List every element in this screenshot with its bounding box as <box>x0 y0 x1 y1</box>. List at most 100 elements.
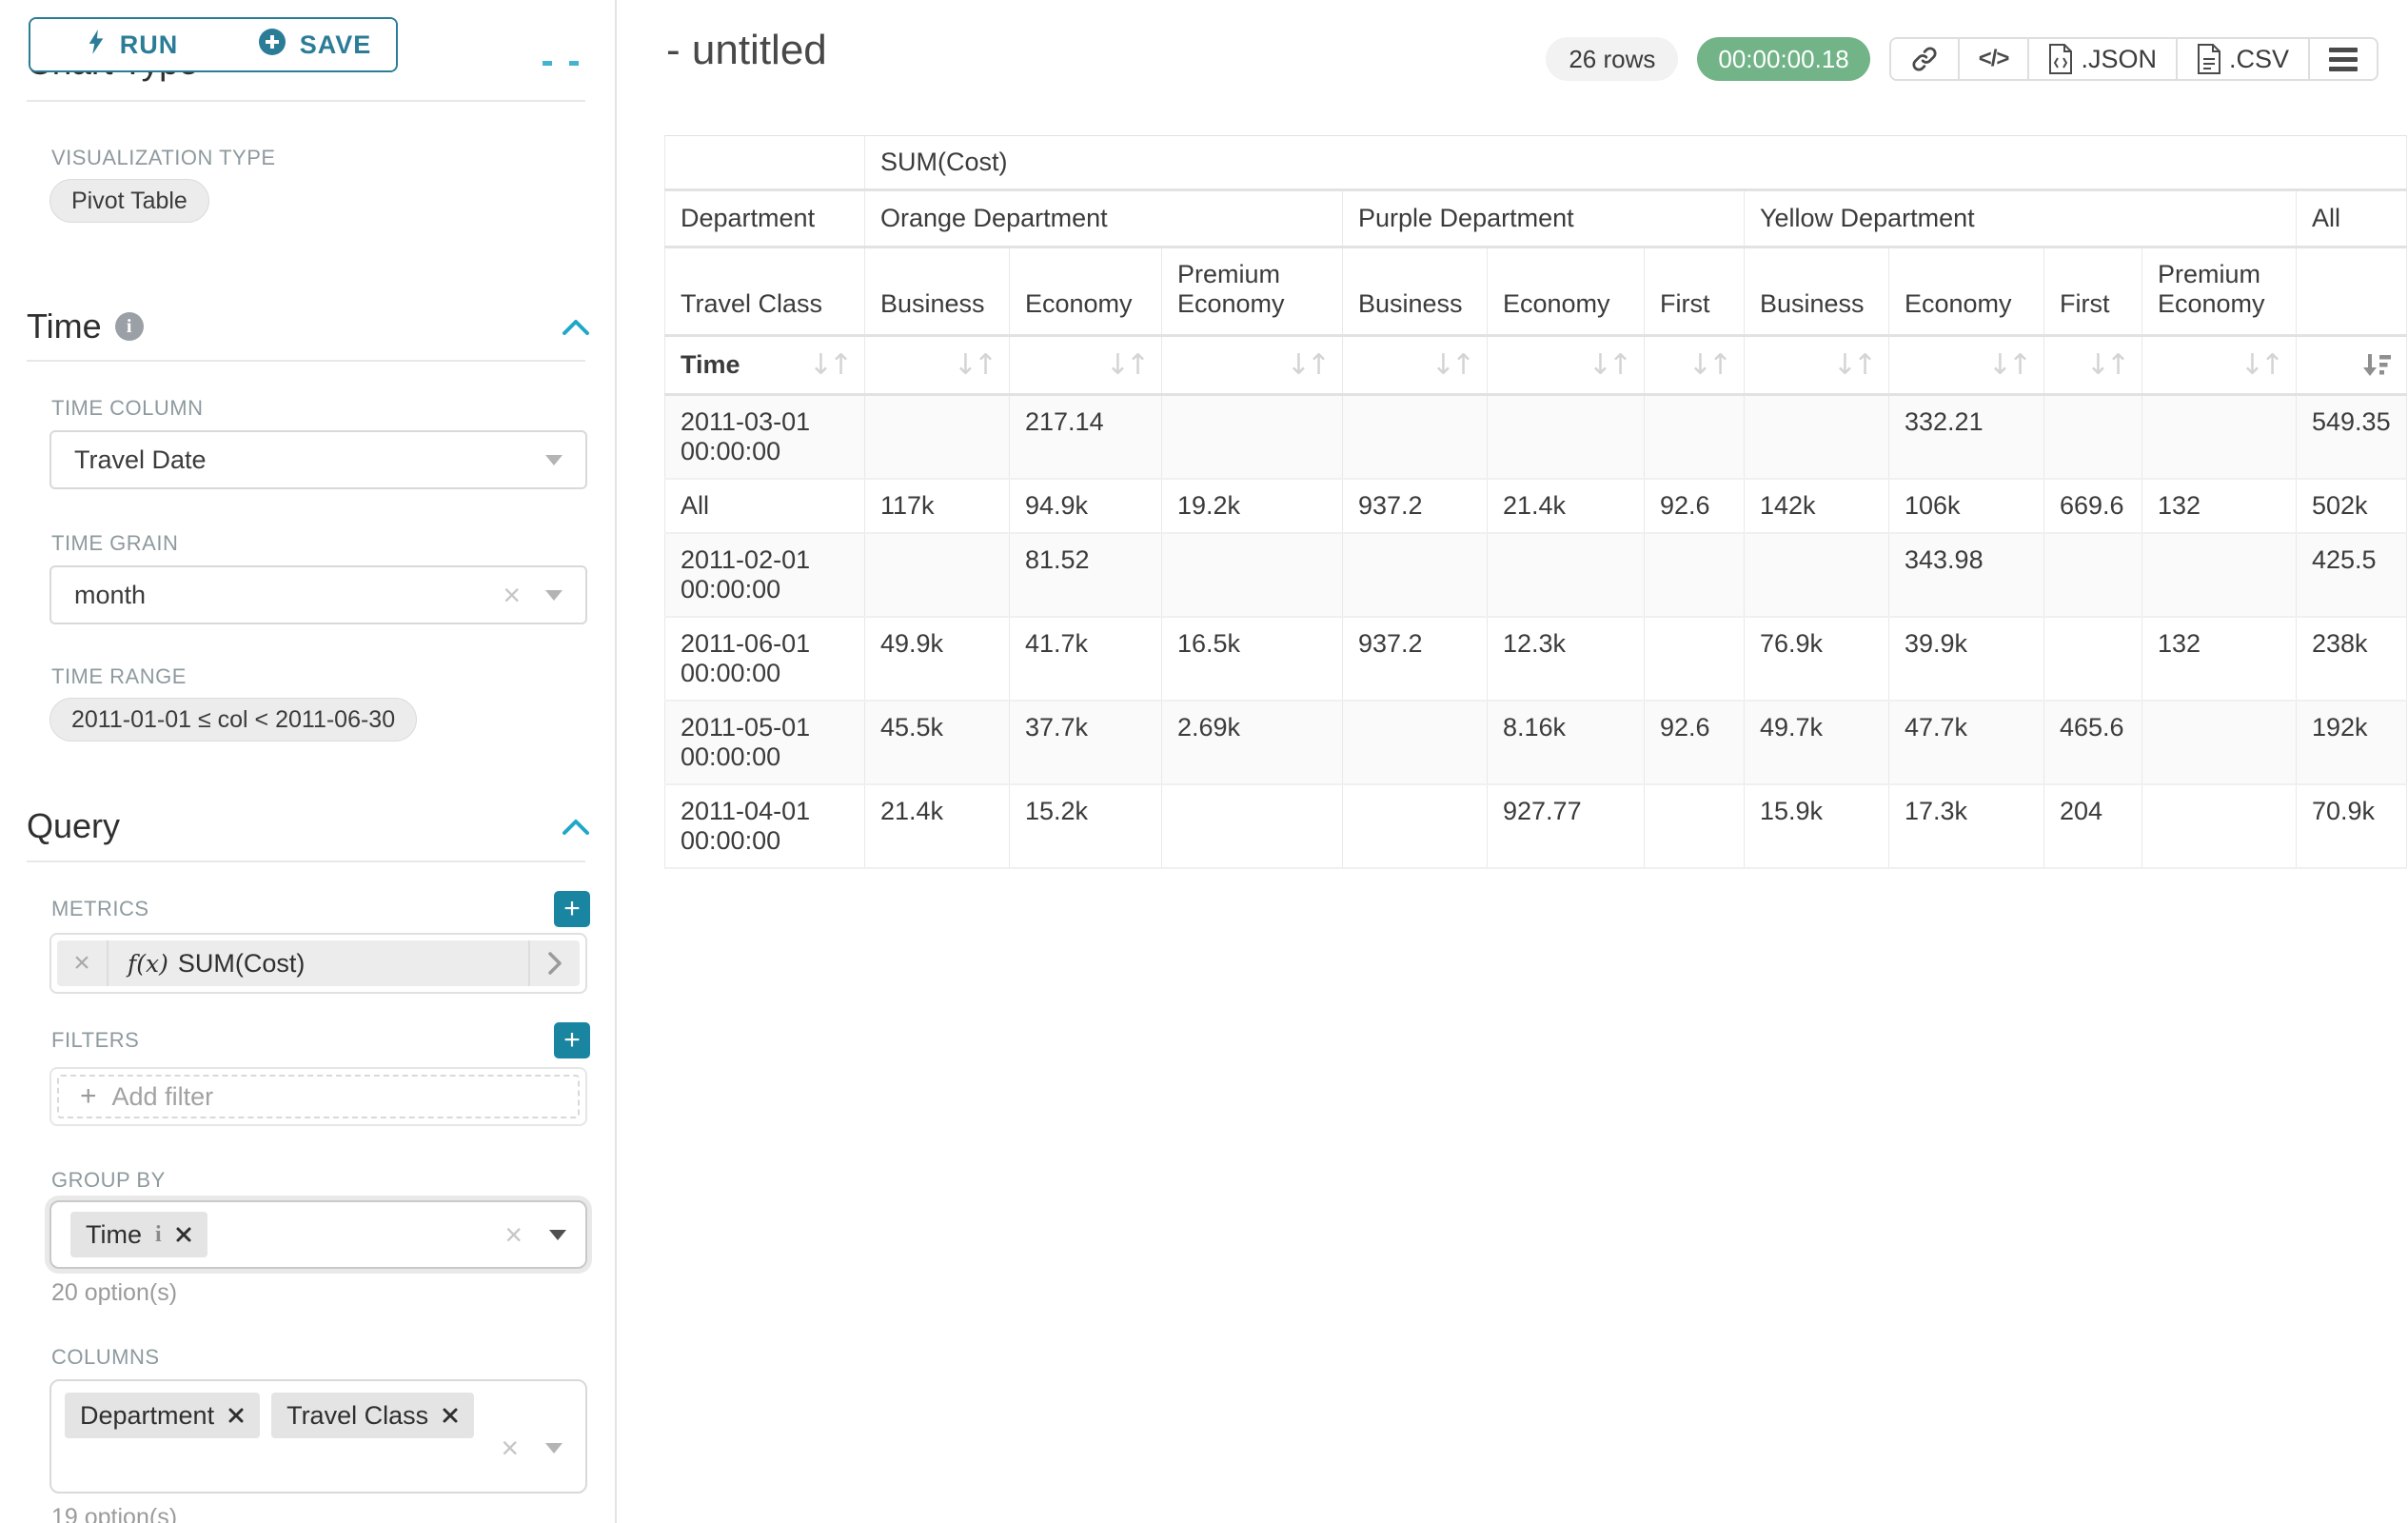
sort-icon[interactable]: ↓↑ <box>1688 348 1728 382</box>
sort-icon[interactable]: ↓↑ <box>1988 348 2028 382</box>
export-json-button[interactable]: .JSON <box>2029 39 2178 79</box>
panel-divider <box>615 0 617 1523</box>
pivot-cell <box>1343 533 1488 617</box>
run-button[interactable]: RUN <box>30 19 233 70</box>
sort-icon[interactable]: ↓↑ <box>1287 348 1327 382</box>
caret-down-icon[interactable] <box>545 455 563 465</box>
sort-icon[interactable]: ↓↑ <box>2240 348 2280 382</box>
remove-chip-icon[interactable] <box>227 1407 245 1424</box>
view-query-button[interactable]: </> <box>1960 39 2030 79</box>
pivot-column-sort[interactable]: ↓↑ <box>1162 336 1343 395</box>
remove-chip-icon[interactable] <box>175 1226 192 1243</box>
chevron-up-icon[interactable] <box>562 817 590 836</box>
pivot-row-dimension-sort[interactable]: Time↓↑ <box>665 336 865 395</box>
pivot-subcolumn-header: First <box>2044 247 2142 336</box>
pivot-column-sort[interactable]: ↓↑ <box>1645 336 1745 395</box>
pivot-subcolumn-header: Economy <box>1010 247 1162 336</box>
pivot-row-label: 2011-05-01 00:00:00 <box>665 701 865 784</box>
superset-explore-page: RUN SAVE Chart Type VISUALIZATION TYPE P… <box>0 0 2408 1523</box>
more-options-button[interactable] <box>2310 39 2377 79</box>
pivot-subcolumn-header: Economy <box>1889 247 2044 336</box>
pivot-column-sort[interactable]: ↓↑ <box>1745 336 1889 395</box>
remove-metric-icon[interactable]: × <box>57 940 109 986</box>
time-column-select[interactable]: Travel Date <box>49 430 587 489</box>
columns-chip-department[interactable]: Department <box>65 1393 260 1438</box>
divider <box>27 100 585 102</box>
chevron-up-icon[interactable] <box>562 317 590 336</box>
pivot-column-sort[interactable]: ↓↑ <box>1010 336 1162 395</box>
pivot-table: SUM(Cost)DepartmentOrange DepartmentPurp… <box>664 135 2407 869</box>
add-filter-button[interactable]: + <box>554 1022 590 1058</box>
pivot-column-sort[interactable]: ↓↑ <box>865 336 1010 395</box>
clear-icon[interactable]: × <box>501 1433 519 1463</box>
group-by-select[interactable]: Time i × <box>49 1200 587 1269</box>
pivot-column-sort[interactable] <box>2297 336 2407 395</box>
pivot-row: 2011-02-01 00:00:0081.52343.98425.5 <box>665 533 2407 617</box>
time-grain-select[interactable]: month × <box>49 565 587 624</box>
add-metric-button[interactable]: + <box>554 891 590 927</box>
add-filter-dropzone[interactable]: + Add filter <box>57 1075 580 1118</box>
sort-icon[interactable]: ↓↑ <box>809 348 849 382</box>
pivot-column-sort[interactable]: ↓↑ <box>1889 336 2044 395</box>
pivot-cell <box>1645 533 1745 617</box>
pivot-column-dimension: Department <box>665 190 865 247</box>
metric-item[interactable]: × f(x) SUM(Cost) <box>57 940 580 986</box>
pivot-cell: 549.35 <box>2297 395 2407 480</box>
time-range-value[interactable]: 2011-01-01 ≤ col < 2011-06-30 <box>49 698 417 742</box>
info-icon[interactable]: i <box>115 312 144 341</box>
metrics-label: METRICS <box>51 897 149 921</box>
pivot-cell: 332.21 <box>1889 395 2044 480</box>
chart-type-collapse-icon[interactable] <box>569 61 579 66</box>
pivot-cell: 81.52 <box>1010 533 1162 617</box>
pivot-cell: 12.3k <box>1488 617 1645 701</box>
group-by-chip-time[interactable]: Time i <box>70 1212 207 1257</box>
pivot-cell: 669.6 <box>2044 479 2142 533</box>
pivot-cell <box>2142 533 2297 617</box>
chevron-right-icon[interactable] <box>528 940 580 986</box>
chart-title[interactable]: - untitled <box>666 27 827 74</box>
pivot-cell <box>1745 533 1889 617</box>
clear-icon[interactable]: × <box>503 580 521 610</box>
sort-icon[interactable]: ↓↑ <box>1589 348 1628 382</box>
sort-icon[interactable]: ↓↑ <box>1106 348 1146 382</box>
pivot-cell <box>1343 395 1488 480</box>
pivot-subcolumn-header: Premium Economy <box>1162 247 1343 336</box>
clear-icon[interactable]: × <box>504 1219 523 1250</box>
save-button[interactable]: SAVE <box>233 19 396 70</box>
pivot-subcolumn-header: Business <box>1745 247 1889 336</box>
pivot-cell: 15.2k <box>1010 784 1162 868</box>
pivot-cell <box>2044 617 2142 701</box>
filters-header-row: FILTERS + <box>51 1022 590 1058</box>
caret-down-icon[interactable] <box>549 1230 566 1240</box>
columns-select[interactable]: Department Travel Class × <box>49 1379 587 1493</box>
chart-area: - untitled 26 rows 00:00:00.18 </> <box>619 0 2408 1523</box>
pivot-cell <box>1162 784 1343 868</box>
pivot-column-sort[interactable]: ↓↑ <box>1343 336 1488 395</box>
visualization-type-value[interactable]: Pivot Table <box>49 179 209 223</box>
pivot-cell <box>1488 395 1645 480</box>
sort-icon[interactable]: ↓↑ <box>1833 348 1873 382</box>
sort-icon[interactable]: ↓↑ <box>954 348 994 382</box>
pivot-column-sort[interactable]: ↓↑ <box>2142 336 2297 395</box>
pivot-cell <box>1645 395 1745 480</box>
sort-desc-icon[interactable] <box>2360 351 2391 380</box>
sort-icon[interactable]: ↓↑ <box>1431 348 1471 382</box>
pivot-group-header: Yellow Department <box>1745 190 2297 247</box>
chart-type-collapse-icon[interactable] <box>543 61 552 66</box>
pivot-column-sort[interactable]: ↓↑ <box>1488 336 1645 395</box>
sort-icon[interactable]: ↓↑ <box>2086 348 2126 382</box>
pivot-column-sort[interactable]: ↓↑ <box>2044 336 2142 395</box>
pivot-cell: 132 <box>2142 617 2297 701</box>
columns-chip-travel-class[interactable]: Travel Class <box>271 1393 474 1438</box>
pivot-cell: 204 <box>2044 784 2142 868</box>
caret-down-icon[interactable] <box>545 590 563 601</box>
info-icon[interactable]: i <box>155 1222 162 1248</box>
remove-chip-icon[interactable] <box>442 1407 459 1424</box>
export-csv-button[interactable]: .CSV <box>2178 39 2310 79</box>
run-button-label: RUN <box>120 30 179 60</box>
columns-label: COLUMNS <box>51 1345 617 1370</box>
caret-down-icon[interactable] <box>545 1443 563 1454</box>
share-link-button[interactable] <box>1891 39 1960 79</box>
filters-label: FILTERS <box>51 1028 139 1053</box>
chip-label: Time <box>86 1220 142 1250</box>
